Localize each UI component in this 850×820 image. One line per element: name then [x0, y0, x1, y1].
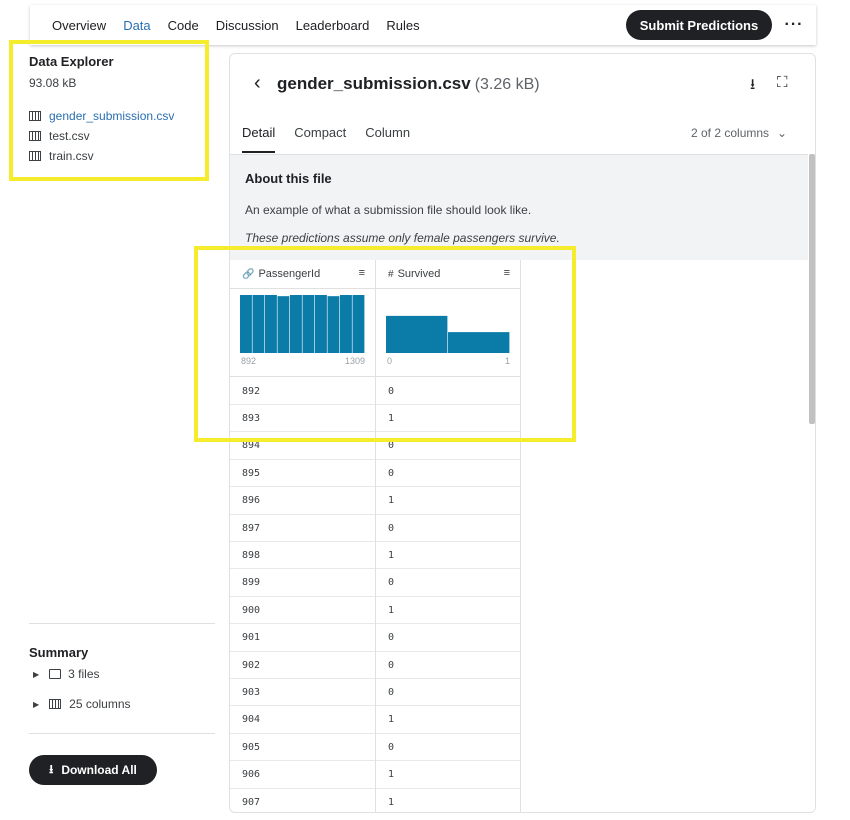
download-icon[interactable]: ⭳ — [750, 74, 755, 99]
survived-cell: 1 — [376, 596, 521, 625]
more-options-icon[interactable]: ··· — [782, 10, 806, 40]
summary-columns-item[interactable]: ▶ 25 columns — [33, 697, 131, 711]
table-row[interactable]: 900 1 — [230, 596, 521, 625]
table-row[interactable]: 896 1 — [230, 486, 521, 515]
tab-leaderboard[interactable]: Leaderboard — [296, 18, 370, 33]
survived-cell: 0 — [376, 733, 521, 762]
file-title: gender_submission.csv — [277, 74, 471, 93]
about-note: These predictions assume only female pas… — [245, 231, 560, 245]
tab-rules[interactable]: Rules — [386, 18, 419, 33]
table-row[interactable]: 897 0 — [230, 514, 521, 542]
survived-cell: 0 — [376, 678, 521, 707]
table-row[interactable]: 906 1 — [230, 760, 521, 789]
table-row[interactable]: 901 0 — [230, 623, 521, 652]
highlight-box-sidebar — [9, 40, 209, 181]
panel-title: gender_submission.csv (3.26 kB) — [277, 74, 540, 94]
folder-icon — [49, 669, 62, 679]
passengerid-cell: 897 — [230, 514, 376, 542]
download-all-label: Download All — [61, 763, 137, 777]
about-title: About this file — [245, 171, 332, 186]
tab-detail[interactable]: Detail — [242, 125, 276, 153]
download-icon: ⭳ — [49, 761, 54, 776]
survived-cell: 0 — [376, 651, 521, 679]
passengerid-cell: 907 — [230, 788, 376, 812]
passengerid-cell: 899 — [230, 568, 376, 597]
table-row[interactable]: 903 0 — [230, 678, 521, 707]
highlight-box-table — [194, 246, 576, 442]
view-tabs: Detail Compact Column — [242, 125, 429, 153]
column-count-dropdown[interactable]: 2 of 2 columns ⌄ — [691, 126, 787, 140]
survived-cell: 1 — [376, 760, 521, 789]
passengerid-cell: 903 — [230, 678, 376, 707]
about-description: An example of what a submission file sho… — [245, 203, 532, 217]
table-row[interactable]: 905 0 — [230, 733, 521, 762]
divider — [29, 623, 215, 624]
passengerid-cell: 900 — [230, 596, 376, 625]
summary-title: Summary — [29, 645, 89, 660]
tab-compact[interactable]: Compact — [294, 125, 346, 153]
summary-columns-label: 25 columns — [69, 697, 131, 711]
column-count-label: 2 of 2 columns — [691, 126, 770, 140]
passengerid-cell: 898 — [230, 541, 376, 570]
about-file-section: About this file An example of what a sub… — [230, 154, 810, 260]
passengerid-cell: 904 — [230, 705, 376, 734]
download-all-button[interactable]: ⭳ Download All — [29, 755, 157, 785]
tab-column[interactable]: Column — [365, 125, 410, 153]
passengerid-cell: 895 — [230, 459, 376, 488]
passengerid-cell: 901 — [230, 623, 376, 652]
survived-cell: 1 — [376, 541, 521, 570]
tab-overview[interactable]: Overview — [52, 18, 106, 33]
table-icon — [49, 699, 62, 709]
passengerid-cell: 902 — [230, 651, 376, 679]
survived-cell: 1 — [376, 705, 521, 734]
back-arrow-icon[interactable]: ‹ — [254, 72, 261, 95]
passengerid-cell: 905 — [230, 733, 376, 762]
chevron-down-icon: ⌄ — [777, 126, 788, 140]
table-row[interactable]: 907 1 — [230, 788, 521, 812]
passengerid-cell: 896 — [230, 486, 376, 515]
survived-cell: 0 — [376, 514, 521, 542]
summary-files-label: 3 files — [68, 667, 100, 681]
caret-right-icon: ▶ — [33, 669, 40, 679]
file-size: (3.26 kB) — [474, 76, 540, 93]
table-row[interactable]: 898 1 — [230, 541, 521, 570]
survived-cell: 0 — [376, 623, 521, 652]
survived-cell: 0 — [376, 459, 521, 488]
fullscreen-icon[interactable]: ⛶ — [777, 74, 788, 91]
table-row[interactable]: 895 0 — [230, 459, 521, 488]
table-row[interactable]: 904 1 — [230, 705, 521, 734]
divider — [29, 733, 215, 734]
scrollbar-thumb[interactable] — [809, 154, 815, 424]
top-nav: Overview Data Code Discussion Leaderboar… — [30, 5, 816, 45]
nav-tabs: Overview Data Code Discussion Leaderboar… — [52, 18, 437, 33]
survived-cell: 1 — [376, 486, 521, 515]
caret-right-icon: ▶ — [33, 699, 40, 709]
survived-cell: 1 — [376, 788, 521, 812]
table-row[interactable]: 902 0 — [230, 651, 521, 679]
tab-data[interactable]: Data — [123, 18, 150, 33]
table-row[interactable]: 899 0 — [230, 568, 521, 597]
summary-files-item[interactable]: ▶ 3 files — [33, 667, 100, 681]
survived-cell: 0 — [376, 568, 521, 597]
tab-discussion[interactable]: Discussion — [216, 18, 279, 33]
tab-code[interactable]: Code — [168, 18, 199, 33]
submit-predictions-button[interactable]: Submit Predictions — [626, 10, 772, 40]
passengerid-cell: 906 — [230, 760, 376, 789]
